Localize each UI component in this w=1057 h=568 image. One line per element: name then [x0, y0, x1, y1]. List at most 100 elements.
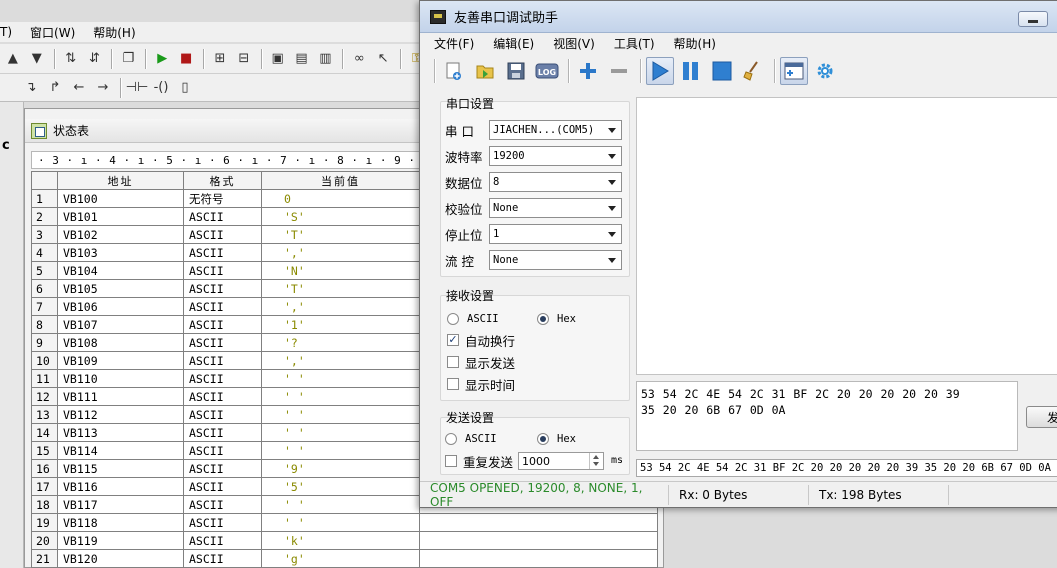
- table-alt-icon[interactable]: ▥: [314, 48, 336, 70]
- menu-edit[interactable]: 编辑(E): [493, 35, 534, 52]
- table-row[interactable]: 21 VB120 ASCII'g': [31, 549, 658, 568]
- bg-menu-help[interactable]: 帮助(H): [93, 24, 135, 41]
- parity-select[interactable]: None: [489, 198, 622, 218]
- add-icon[interactable]: [574, 57, 602, 85]
- monitor-icon[interactable]: ▣: [267, 48, 289, 70]
- arrow-down-icon[interactable]: ▼: [26, 48, 48, 70]
- format-cell[interactable]: ASCII: [183, 387, 262, 406]
- tx-ascii-option[interactable]: ASCII: [445, 430, 497, 448]
- format-cell[interactable]: ASCII: [183, 531, 262, 550]
- format-cell[interactable]: ASCII: [183, 513, 262, 532]
- window-icon[interactable]: [780, 57, 808, 85]
- repeat-send-checkbox[interactable]: [445, 455, 457, 467]
- rx-hex-option[interactable]: Hex: [537, 310, 576, 328]
- format-cell[interactable]: ASCII: [183, 261, 262, 280]
- remove-icon[interactable]: [605, 57, 633, 85]
- tx-hex-radio[interactable]: [537, 433, 549, 445]
- chevron-down-icon[interactable]: [608, 232, 616, 237]
- rx-hex-radio[interactable]: [537, 313, 549, 325]
- table-row[interactable]: 19 VB118 ASCII ' ': [31, 513, 658, 532]
- tx-ascii-radio[interactable]: [445, 433, 457, 445]
- copy-icon[interactable]: ❐: [117, 48, 139, 70]
- glasses-icon[interactable]: ∞: [348, 48, 370, 70]
- format-cell[interactable]: ASCII: [183, 549, 262, 568]
- log-icon[interactable]: LOG: [533, 57, 561, 85]
- run-icon[interactable]: ▶: [151, 48, 173, 70]
- table-icon[interactable]: ▤: [291, 48, 313, 70]
- send-history-select[interactable]: 53 54 2C 4E 54 2C 31 BF 2C 20 20 20 20 2…: [636, 459, 1057, 477]
- new-value-cell[interactable]: [419, 513, 658, 532]
- format-cell[interactable]: 无符号: [183, 189, 262, 208]
- format-cell[interactable]: ASCII: [183, 423, 262, 442]
- chevron-down-icon[interactable]: [608, 154, 616, 159]
- format-cell[interactable]: ASCII: [183, 333, 262, 352]
- clear-broom-icon[interactable]: [739, 57, 767, 85]
- stop-icon[interactable]: ■: [175, 48, 197, 70]
- header-current-value[interactable]: 当前值: [261, 171, 420, 190]
- spin-up-icon[interactable]: [589, 453, 603, 461]
- show-send-option[interactable]: 显示发送: [447, 353, 515, 371]
- auto-newline-checkbox[interactable]: ✓: [447, 334, 459, 346]
- format-cell[interactable]: ASCII: [183, 477, 262, 496]
- spin-down-icon[interactable]: [589, 461, 603, 469]
- menu-help[interactable]: 帮助(H): [674, 35, 716, 52]
- format-cell[interactable]: ASCII: [183, 225, 262, 244]
- header-address[interactable]: 地址: [57, 171, 184, 190]
- sort-descending-icon[interactable]: ⇵: [84, 48, 106, 70]
- chevron-down-icon[interactable]: [608, 206, 616, 211]
- minimize-button[interactable]: [1018, 11, 1048, 27]
- port-select[interactable]: JIACHEN...(COM5): [489, 120, 622, 140]
- send-textarea[interactable]: 53 54 2C 4E 54 2C 31 BF 2C 20 20 20 20 2…: [636, 381, 1018, 451]
- new-value-cell[interactable]: [419, 549, 658, 568]
- open-icon[interactable]: [471, 57, 499, 85]
- line-up-icon[interactable]: ↱: [44, 77, 66, 99]
- contact-icon[interactable]: ⊣⊢: [126, 77, 149, 99]
- baud-select[interactable]: 19200: [489, 146, 622, 166]
- menu-tools[interactable]: 工具(T): [614, 35, 655, 52]
- databits-select[interactable]: 8: [489, 172, 622, 192]
- new-icon[interactable]: [440, 57, 468, 85]
- save-icon[interactable]: [502, 57, 530, 85]
- format-cell[interactable]: ASCII: [183, 441, 262, 460]
- settings-gear-icon[interactable]: [811, 57, 839, 85]
- format-cell[interactable]: ASCII: [183, 459, 262, 478]
- format-cell[interactable]: ASCII: [183, 351, 262, 370]
- auto-newline-option[interactable]: ✓ 自动换行: [447, 331, 515, 349]
- format-cell[interactable]: ASCII: [183, 243, 262, 262]
- header-format[interactable]: 格式: [183, 171, 262, 190]
- stopbits-select[interactable]: 1: [489, 224, 622, 244]
- box-icon[interactable]: ▯: [174, 77, 196, 99]
- pause-icon[interactable]: [677, 57, 705, 85]
- show-send-checkbox[interactable]: [447, 356, 459, 368]
- format-cell[interactable]: ASCII: [183, 315, 262, 334]
- new-value-cell[interactable]: [419, 531, 658, 550]
- network-icon[interactable]: ⊞: [209, 48, 231, 70]
- line-down-icon[interactable]: ↴: [20, 77, 42, 99]
- format-cell[interactable]: ASCII: [183, 405, 262, 424]
- arrow-up-icon[interactable]: ▲: [2, 48, 24, 70]
- sort-ascending-icon[interactable]: ⇅: [60, 48, 82, 70]
- chevron-down-icon[interactable]: [608, 258, 616, 263]
- arrow-left-icon[interactable]: ←: [68, 77, 90, 99]
- chevron-down-icon[interactable]: [608, 180, 616, 185]
- repeat-interval-input[interactable]: 1000: [518, 452, 604, 470]
- menu-view[interactable]: 视图(V): [553, 35, 595, 52]
- format-cell[interactable]: ASCII: [183, 207, 262, 226]
- rx-ascii-option[interactable]: ASCII: [447, 310, 499, 328]
- format-cell[interactable]: ASCII: [183, 279, 262, 298]
- table-row[interactable]: 20 VB119 ASCII'k': [31, 531, 658, 550]
- stop-icon[interactable]: [708, 57, 736, 85]
- format-cell[interactable]: ASCII: [183, 369, 262, 388]
- rx-ascii-radio[interactable]: [447, 313, 459, 325]
- show-time-option[interactable]: 显示时间: [447, 375, 515, 393]
- serial-titlebar[interactable]: 友善串口调试助手: [420, 1, 1057, 33]
- show-time-checkbox[interactable]: [447, 378, 459, 390]
- network-alt-icon[interactable]: ⊟: [233, 48, 255, 70]
- chevron-down-icon[interactable]: [608, 128, 616, 133]
- coil-icon[interactable]: -(): [150, 77, 172, 99]
- tx-hex-option[interactable]: Hex: [537, 430, 576, 448]
- receive-area[interactable]: [636, 97, 1057, 375]
- bg-menu-window[interactable]: 窗口(W): [30, 24, 75, 41]
- flow-select[interactable]: None: [489, 250, 622, 270]
- menu-file[interactable]: 文件(F): [434, 35, 474, 52]
